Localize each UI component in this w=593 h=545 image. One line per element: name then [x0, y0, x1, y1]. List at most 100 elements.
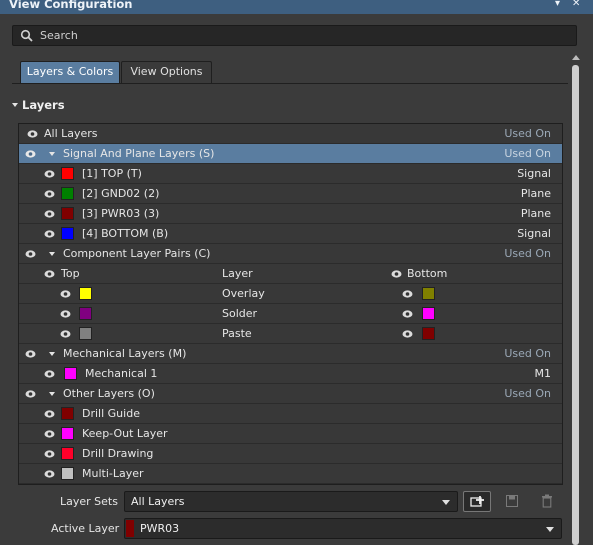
layers-section-title: Layers: [22, 98, 65, 112]
column-header-layer: Layer: [222, 267, 253, 280]
eye-icon[interactable]: [27, 129, 38, 139]
component-pairs-group-row[interactable]: Component Layer Pairs (C) Used On: [19, 244, 562, 264]
pair-layer-name: Paste: [222, 327, 252, 340]
component-pairs-group-label: Component Layer Pairs (C): [63, 247, 211, 260]
mechanical-group-row[interactable]: Mechanical Layers (M) Used On: [19, 344, 562, 364]
layer-color-swatch[interactable]: [61, 187, 74, 200]
save-layer-set-button[interactable]: [498, 491, 526, 512]
layer-name: Multi-Layer: [82, 467, 144, 480]
bottom-color-swatch[interactable]: [422, 327, 435, 340]
component-pairs-group-status: Used On: [504, 247, 551, 260]
all-layers-row[interactable]: All Layers Used On: [19, 124, 562, 144]
layer-color-swatch[interactable]: [61, 467, 74, 480]
layer-row-bottom[interactable]: [4] BOTTOM (B) Signal: [19, 224, 562, 244]
collapse-arrow-icon[interactable]: [12, 102, 18, 107]
eye-icon[interactable]: [44, 369, 55, 379]
layer-color-swatch[interactable]: [61, 407, 74, 420]
layers-table: All Layers Used On Signal And Plane Laye…: [18, 123, 563, 485]
layer-color-swatch[interactable]: [61, 227, 74, 240]
top-color-swatch[interactable]: [79, 327, 92, 340]
other-group-label: Other Layers (O): [63, 387, 155, 400]
eye-icon[interactable]: [44, 449, 55, 459]
eye-icon[interactable]: [44, 229, 55, 239]
layer-name: [2] GND02 (2): [82, 187, 160, 200]
column-header-bottom: Bottom: [407, 267, 448, 280]
collapse-arrow-icon[interactable]: [49, 152, 55, 156]
layer-sets-label: Layer Sets: [60, 495, 118, 508]
scrollbar[interactable]: [570, 55, 581, 545]
layers-section-header[interactable]: Layers: [12, 98, 65, 112]
layer-row-drill-guide[interactable]: Drill Guide: [19, 404, 562, 424]
eye-icon[interactable]: [402, 309, 413, 319]
layer-color-swatch[interactable]: [61, 447, 74, 460]
tab-layers-colors[interactable]: Layers & Colors: [20, 61, 120, 83]
bottom-color-swatch[interactable]: [422, 287, 435, 300]
signal-plane-group-label: Signal And Plane Layers (S): [63, 147, 215, 160]
layer-name: Mechanical 1: [85, 367, 158, 380]
layer-name: [3] PWR03 (3): [82, 207, 160, 220]
eye-icon[interactable]: [60, 309, 71, 319]
mechanical-group-status: Used On: [504, 347, 551, 360]
layer-color-swatch[interactable]: [61, 167, 74, 180]
eye-icon[interactable]: [44, 409, 55, 419]
eye-icon[interactable]: [44, 269, 55, 279]
component-pair-row-solder[interactable]: Solder: [19, 304, 562, 324]
layer-row-gnd02[interactable]: [2] GND02 (2) Plane: [19, 184, 562, 204]
eye-icon[interactable]: [402, 289, 413, 299]
eye-icon[interactable]: [25, 149, 36, 159]
layer-row-top[interactable]: [1] TOP (T) Signal: [19, 164, 562, 184]
layer-name: Drill Drawing: [82, 447, 154, 460]
add-layer-set-button[interactable]: [463, 491, 491, 512]
component-pair-row-overlay[interactable]: Overlay: [19, 284, 562, 304]
top-color-swatch[interactable]: [79, 287, 92, 300]
eye-icon[interactable]: [44, 169, 55, 179]
eye-icon[interactable]: [25, 249, 36, 259]
trash-icon: [542, 494, 552, 508]
eye-icon[interactable]: [25, 349, 36, 359]
save-icon: [506, 495, 518, 507]
active-layer-dropdown[interactable]: PWR03: [124, 518, 562, 539]
mechanical-group-label: Mechanical Layers (M): [63, 347, 187, 360]
delete-layer-set-button[interactable]: [533, 491, 561, 512]
collapse-arrow-icon[interactable]: [49, 352, 55, 356]
panel-title: View Configuration: [9, 0, 133, 11]
layer-sets-value: All Layers: [131, 495, 185, 508]
layer-row-mechanical-1[interactable]: Mechanical 1 M1: [19, 364, 562, 384]
eye-icon[interactable]: [402, 329, 413, 339]
eye-icon[interactable]: [60, 329, 71, 339]
top-color-swatch[interactable]: [79, 307, 92, 320]
collapse-arrow-icon[interactable]: [49, 252, 55, 256]
panel-title-bar: View Configuration ▾ ✕: [0, 0, 593, 14]
search-input[interactable]: Search: [12, 25, 577, 46]
tab-view-options[interactable]: View Options: [121, 61, 212, 83]
eye-icon[interactable]: [25, 389, 36, 399]
layer-type: Plane: [520, 207, 551, 220]
eye-icon[interactable]: [44, 189, 55, 199]
close-icon[interactable]: ✕: [572, 0, 580, 9]
layer-row-multi-layer[interactable]: Multi-Layer: [19, 464, 562, 484]
component-pair-row-paste[interactable]: Paste: [19, 324, 562, 344]
collapse-arrow-icon[interactable]: [49, 392, 55, 396]
layer-color-swatch[interactable]: [61, 207, 74, 220]
layer-color-swatch[interactable]: [61, 427, 74, 440]
panel-menu-icon[interactable]: ▾: [555, 0, 560, 9]
scroll-thumb[interactable]: [572, 65, 579, 545]
layer-name: [4] BOTTOM (B): [82, 227, 169, 240]
eye-icon[interactable]: [44, 209, 55, 219]
pair-layer-name: Solder: [222, 307, 258, 320]
layer-row-keep-out[interactable]: Keep-Out Layer: [19, 424, 562, 444]
layer-name: [1] TOP (T): [82, 167, 142, 180]
eye-icon[interactable]: [44, 429, 55, 439]
bottom-color-swatch[interactable]: [422, 307, 435, 320]
signal-plane-group-row[interactable]: Signal And Plane Layers (S) Used On: [19, 144, 562, 164]
layer-sets-dropdown[interactable]: All Layers: [124, 491, 458, 512]
scroll-up-arrow[interactable]: [572, 55, 580, 60]
layer-row-pwr03[interactable]: [3] PWR03 (3) Plane: [19, 204, 562, 224]
eye-icon[interactable]: [60, 289, 71, 299]
eye-icon[interactable]: [44, 469, 55, 479]
other-group-row[interactable]: Other Layers (O) Used On: [19, 384, 562, 404]
layer-color-swatch[interactable]: [64, 367, 77, 380]
layer-row-drill-drawing[interactable]: Drill Drawing: [19, 444, 562, 464]
active-layer-color-swatch: [126, 520, 134, 537]
eye-icon[interactable]: [391, 269, 402, 279]
